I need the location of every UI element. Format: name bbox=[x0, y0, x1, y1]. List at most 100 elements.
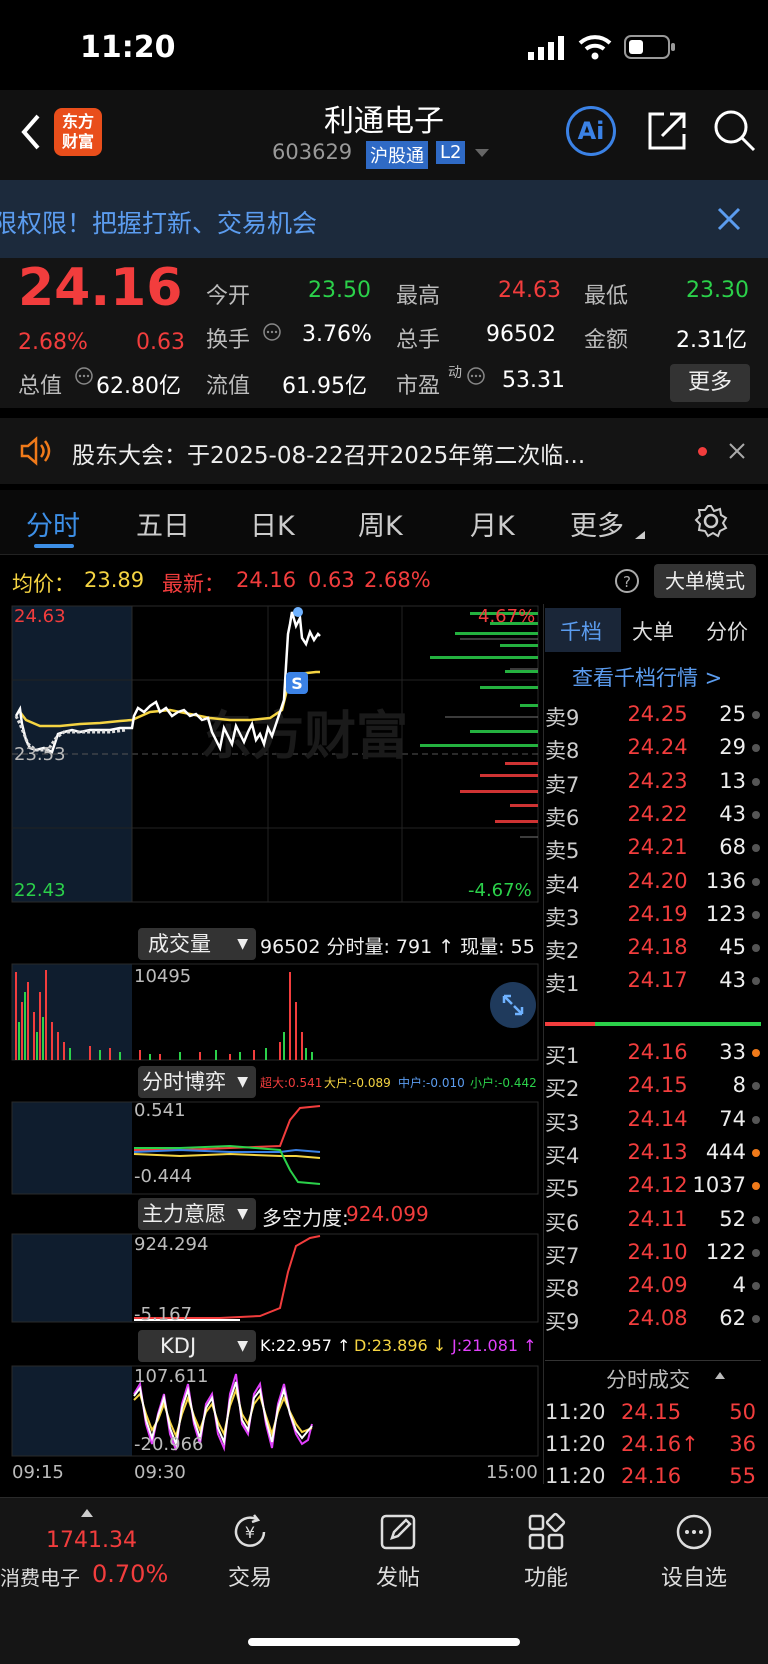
ask-row[interactable]: 卖3 24.19 123 bbox=[545, 898, 760, 931]
bid-row[interactable]: 买3 24.14 74 bbox=[545, 1103, 760, 1136]
volume-indicator-select[interactable]: 成交量 ▼ bbox=[138, 928, 256, 960]
ask-row[interactable]: 卖6 24.22 43 bbox=[545, 798, 760, 831]
tab-five-day[interactable]: 五日 bbox=[136, 504, 190, 543]
orderbook-tab-large[interactable]: 大单 bbox=[632, 616, 674, 646]
nav-post[interactable]: 发帖 bbox=[338, 1512, 458, 1592]
level-volume: 33 bbox=[719, 1040, 746, 1064]
current-price: 24.16 bbox=[18, 258, 183, 318]
expand-button[interactable] bbox=[490, 982, 536, 1028]
sector-index-value[interactable]: 1741.34 bbox=[46, 1528, 137, 1553]
chevron-up-icon[interactable] bbox=[714, 1370, 726, 1380]
bid-row[interactable]: 买8 24.09 4 bbox=[545, 1269, 760, 1302]
tab-more[interactable]: 更多 bbox=[570, 504, 624, 543]
latest-change-pct: 2.68% bbox=[364, 568, 431, 592]
latest-label: 最新： bbox=[162, 572, 225, 596]
level-volume: 13 bbox=[719, 768, 746, 793]
orderbook-tab-depth[interactable]: 千档 bbox=[560, 616, 602, 646]
level-volume: 62 bbox=[719, 1306, 746, 1331]
tab-week-k[interactable]: 周K bbox=[358, 504, 403, 543]
game-indicator-select[interactable]: 分时博弈 ▼ bbox=[138, 1066, 256, 1098]
settings-icon[interactable] bbox=[694, 504, 728, 538]
kdj-k: K:22.957 ↑ bbox=[260, 1336, 351, 1355]
level-label: 买4 bbox=[545, 1143, 580, 1168]
level-dot bbox=[752, 1049, 760, 1057]
trade-price: 24.15 bbox=[621, 1400, 682, 1424]
volume-chart bbox=[11, 963, 539, 1061]
chart-tabs: 分时 五日 日K 周K 月K 更多 bbox=[0, 490, 768, 555]
expand-icon bbox=[502, 994, 524, 1016]
level-dot bbox=[752, 1282, 760, 1291]
divider bbox=[543, 604, 544, 1484]
ask-row[interactable]: 卖5 24.21 68 bbox=[545, 831, 760, 864]
nav-trade[interactable]: ¥ 交易 bbox=[190, 1512, 310, 1592]
trade-row: 11:20 24.15 50 bbox=[545, 1396, 760, 1428]
volume-value: 96502 bbox=[486, 322, 556, 347]
will-indicator-select[interactable]: 主力意愿 ▼ bbox=[138, 1198, 256, 1230]
bid-row[interactable]: 买4 24.13 444 bbox=[545, 1136, 760, 1169]
ask-row[interactable]: 卖4 24.20 136 bbox=[545, 865, 760, 898]
ask-row[interactable]: 卖7 24.23 13 bbox=[545, 765, 760, 798]
close-icon[interactable] bbox=[716, 206, 742, 232]
bid-row[interactable]: 买5 24.12 1037 bbox=[545, 1169, 760, 1202]
ai-button[interactable]: Ai bbox=[566, 106, 616, 156]
spread-bar bbox=[545, 1022, 761, 1026]
level-volume: 123 bbox=[705, 901, 746, 926]
low-label: 最低 bbox=[584, 284, 629, 309]
large-order-mode-button[interactable]: 大单模式 bbox=[654, 564, 756, 598]
ask-row[interactable]: 卖1 24.17 43 bbox=[545, 964, 760, 997]
exchange-tag: 沪股通 bbox=[366, 141, 428, 169]
turnover-value: 3.76% bbox=[302, 322, 372, 347]
level-label: 卖4 bbox=[545, 872, 580, 897]
chevron-up-icon[interactable] bbox=[80, 1508, 94, 1518]
help-icon[interactable]: ? bbox=[614, 568, 640, 594]
more-button[interactable]: 更多 bbox=[670, 364, 750, 402]
ask-row[interactable]: 卖8 24.24 29 bbox=[545, 731, 760, 764]
dropdown-icon[interactable] bbox=[474, 148, 490, 158]
info-icon[interactable] bbox=[262, 322, 282, 342]
search-icon[interactable] bbox=[712, 108, 756, 152]
nav-functions[interactable]: 功能 bbox=[486, 1512, 606, 1592]
level-label: 买1 bbox=[545, 1044, 580, 1068]
sector-index-name[interactable]: 消费电子 bbox=[0, 1562, 80, 1591]
bid-row[interactable]: 买6 24.11 52 bbox=[545, 1203, 760, 1236]
tab-intraday[interactable]: 分时 bbox=[26, 504, 80, 543]
level-dot bbox=[752, 777, 760, 786]
share-icon[interactable] bbox=[646, 110, 688, 152]
tab-month-k[interactable]: 月K bbox=[470, 504, 515, 543]
info-icon[interactable] bbox=[466, 366, 486, 386]
view-depth-link[interactable]: 查看千档行情 > bbox=[572, 662, 722, 692]
volume-info: 96502 分时量: 791 ↑ 现量: 55 bbox=[260, 936, 535, 958]
ask-row[interactable]: 卖2 24.18 45 bbox=[545, 931, 760, 964]
level-price: 24.12 bbox=[627, 1173, 688, 1198]
info-icon[interactable] bbox=[74, 366, 94, 386]
trade-volume: 36 bbox=[729, 1432, 756, 1456]
sector-index-pct[interactable]: 0.70% bbox=[92, 1560, 168, 1588]
level-dot bbox=[752, 810, 760, 819]
stock-header: 东方 财富 利通电子 603629 沪股通 L2 Ai bbox=[0, 90, 768, 180]
bid-row[interactable]: 买1 24.16 33 bbox=[545, 1036, 760, 1069]
promo-banner[interactable]: 限权限！把握打新、交易机会 bbox=[0, 180, 768, 258]
kdj-chart bbox=[11, 1365, 539, 1457]
level-volume: 1037 bbox=[692, 1173, 746, 1198]
trade-time: 11:20 bbox=[545, 1400, 606, 1424]
level-dot bbox=[752, 1215, 760, 1224]
kdj-bottom-label: -20.966 bbox=[134, 1434, 204, 1455]
nav-add-watchlist[interactable]: 设自选 bbox=[634, 1512, 754, 1592]
close-icon[interactable] bbox=[728, 442, 746, 460]
orderbook-tab-price[interactable]: 分价 bbox=[706, 616, 748, 646]
bid-row[interactable]: 买2 24.15 8 bbox=[545, 1069, 760, 1102]
kdj-indicator-select[interactable]: KDJ ▼ bbox=[138, 1330, 256, 1362]
tab-day-k[interactable]: 日K bbox=[250, 504, 295, 543]
ask-row[interactable]: 卖9 24.25 25 bbox=[545, 698, 760, 731]
mcap-label: 总值 bbox=[18, 374, 63, 399]
stock-code: 603629 bbox=[272, 140, 353, 164]
bid-row[interactable]: 买7 24.10 122 bbox=[545, 1236, 760, 1269]
latest-value: 24.16 bbox=[236, 568, 297, 592]
status-bar: 11:20 bbox=[0, 0, 768, 90]
bid-row[interactable]: 买9 24.08 62 bbox=[545, 1302, 760, 1335]
level-label: 卖3 bbox=[545, 905, 580, 930]
notice-bar[interactable]: 股东大会：于2025-08-22召开2025年第二次临... bbox=[0, 418, 768, 484]
svg-text:S: S bbox=[291, 674, 303, 693]
level-label: 卖6 bbox=[545, 805, 580, 830]
level-dot bbox=[752, 877, 760, 886]
